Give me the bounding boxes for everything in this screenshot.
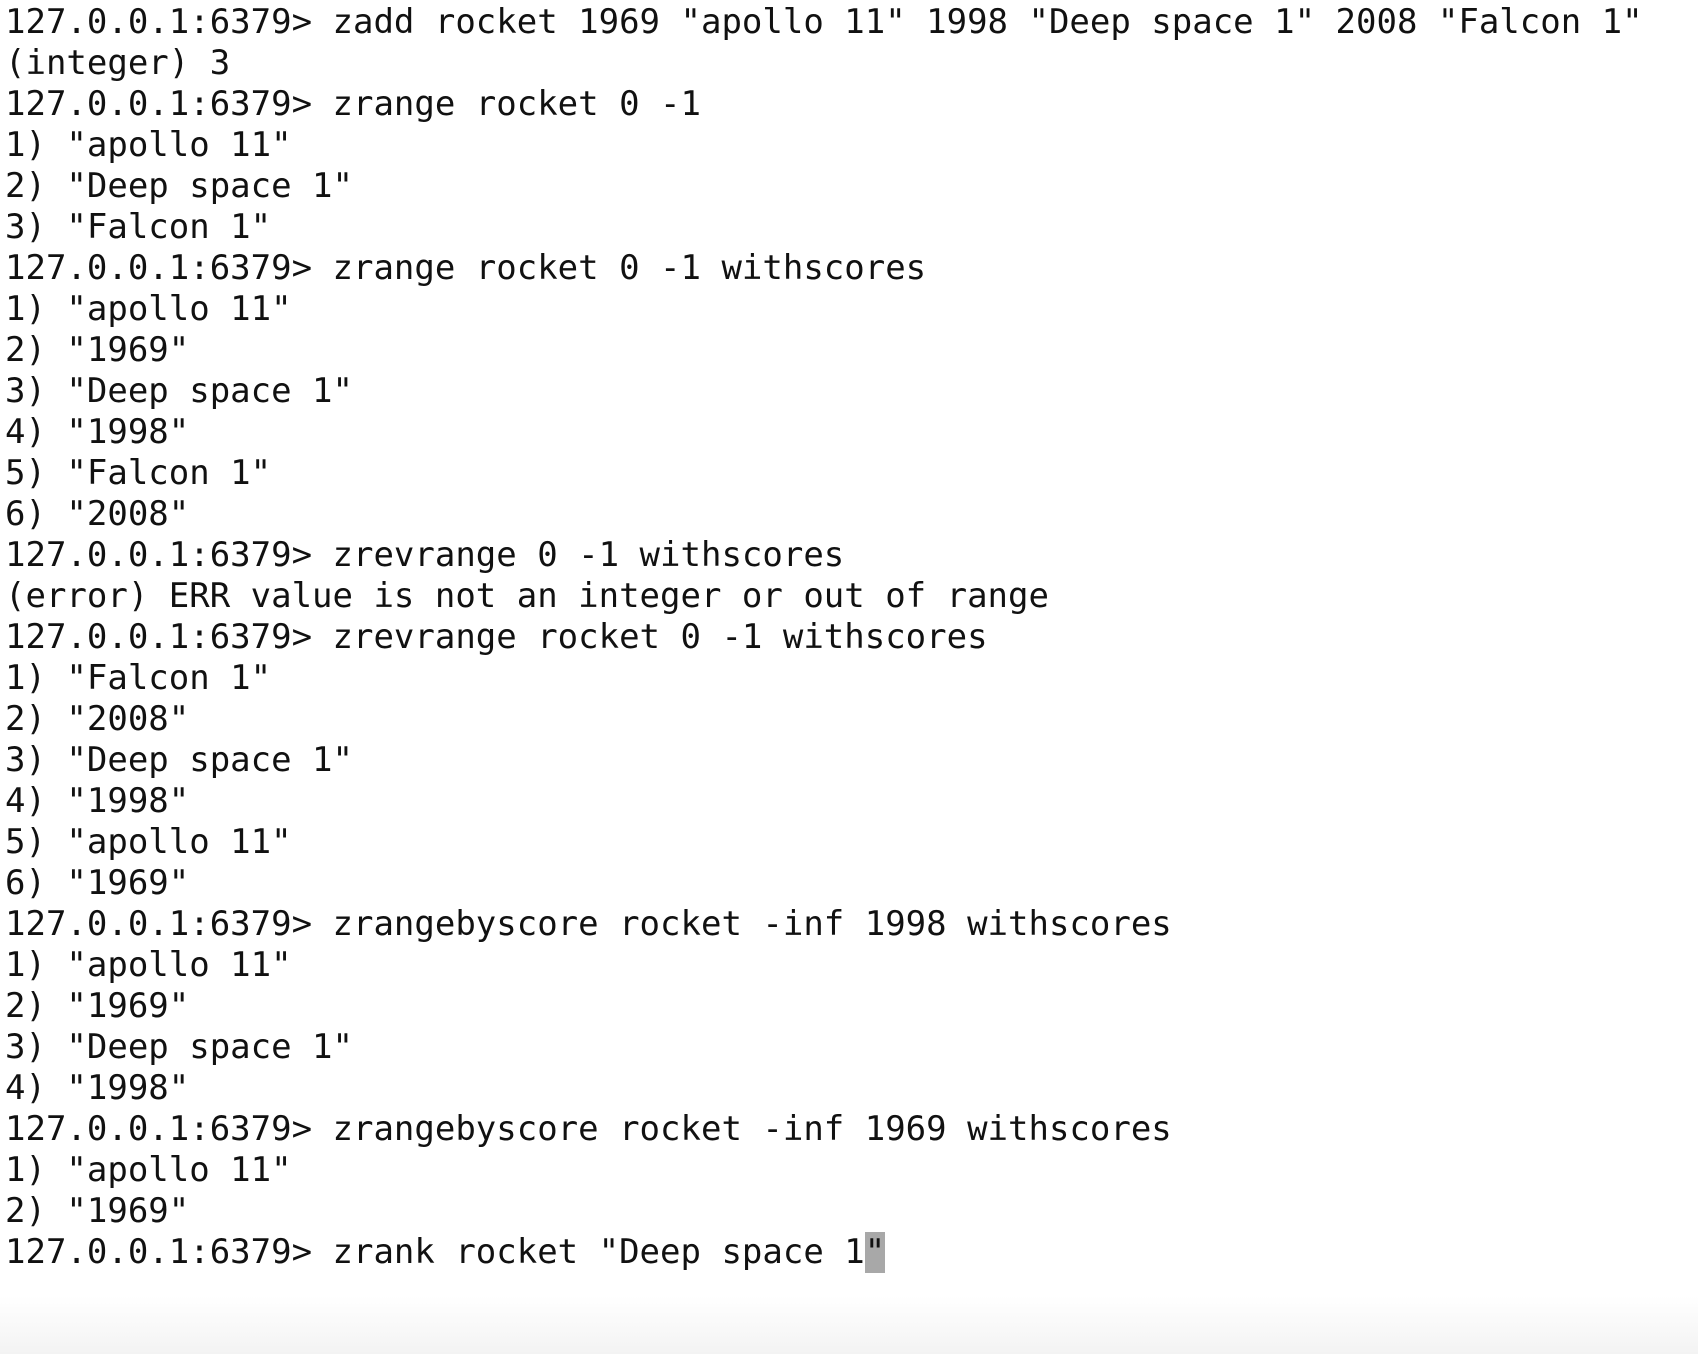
command-line: 127.0.0.1:6379> zrangebyscore rocket -in… — [5, 904, 1643, 945]
output-line: 6) "2008" — [5, 494, 1643, 535]
command-text: zrevrange rocket 0 -1 withscores — [332, 617, 988, 657]
command-text: zrangebyscore rocket -inf 1969 withscore… — [332, 1109, 1172, 1149]
output-line: 5) "apollo 11" — [5, 822, 1643, 863]
command-text: zrange rocket 0 -1 — [332, 84, 701, 124]
command-line: 127.0.0.1:6379> zadd rocket 1969 "apollo… — [5, 2, 1643, 43]
output-line: 3) "Falcon 1" — [5, 207, 1643, 248]
command-line: 127.0.0.1:6379> zrange rocket 0 -1 withs… — [5, 248, 1643, 289]
command-text: zadd rocket 1969 "apollo 11" 1998 "Deep … — [332, 2, 1643, 42]
output-line: 3) "Deep space 1" — [5, 371, 1643, 412]
window-bottom-edge — [0, 1296, 1698, 1354]
output-line: 3) "Deep space 1" — [5, 1027, 1643, 1068]
output-text: 2) "1969" — [5, 330, 190, 370]
output-text: 2) "Deep space 1" — [5, 166, 353, 206]
output-line: 2) "1969" — [5, 1191, 1643, 1232]
output-text: 2) "2008" — [5, 699, 190, 739]
output-line: 6) "1969" — [5, 863, 1643, 904]
output-text: 2) "1969" — [5, 986, 190, 1026]
output-line: 2) "1969" — [5, 330, 1643, 371]
command-text: zrangebyscore rocket -inf 1998 withscore… — [332, 904, 1172, 944]
prompt: 127.0.0.1:6379> — [5, 84, 333, 124]
output-text: 1) "apollo 11" — [5, 125, 292, 165]
output-text: 4) "1998" — [5, 1068, 190, 1108]
output-line: (error) ERR value is not an integer or o… — [5, 576, 1643, 617]
prompt: 127.0.0.1:6379> — [5, 248, 333, 288]
output-text: (integer) 3 — [5, 43, 231, 83]
prompt: 127.0.0.1:6379> — [5, 617, 333, 657]
command-text: zrange rocket 0 -1 withscores — [332, 248, 927, 288]
output-line: 4) "1998" — [5, 1068, 1643, 1109]
output-line: 1) "apollo 11" — [5, 1150, 1643, 1191]
output-text: 5) "Falcon 1" — [5, 453, 272, 493]
text-cursor: " — [864, 1232, 886, 1273]
output-text: 3) "Deep space 1" — [5, 1027, 353, 1067]
output-line: 4) "1998" — [5, 781, 1643, 822]
output-text: 4) "1998" — [5, 412, 190, 452]
output-line: 1) "apollo 11" — [5, 945, 1643, 986]
prompt: 127.0.0.1:6379> — [5, 535, 333, 575]
output-text: 4) "1998" — [5, 781, 190, 821]
output-line: 4) "1998" — [5, 412, 1643, 453]
output-text: 1) "apollo 11" — [5, 289, 292, 329]
prompt: 127.0.0.1:6379> — [5, 904, 333, 944]
output-text: 3) "Falcon 1" — [5, 207, 272, 247]
command-text: zrevrange 0 -1 withscores — [332, 535, 845, 575]
prompt: 127.0.0.1:6379> — [5, 1232, 333, 1272]
output-text: 1) "Falcon 1" — [5, 658, 272, 698]
output-text: 1) "apollo 11" — [5, 1150, 292, 1190]
prompt: 127.0.0.1:6379> — [5, 2, 333, 42]
output-text: 1) "apollo 11" — [5, 945, 292, 985]
command-line: 127.0.0.1:6379> zrangebyscore rocket -in… — [5, 1109, 1643, 1150]
output-line: 1) "apollo 11" — [5, 289, 1643, 330]
output-line: 2) "Deep space 1" — [5, 166, 1643, 207]
output-line: 5) "Falcon 1" — [5, 453, 1643, 494]
command-line: 127.0.0.1:6379> zrevrange rocket 0 -1 wi… — [5, 617, 1643, 658]
output-text: 3) "Deep space 1" — [5, 371, 353, 411]
output-line: (integer) 3 — [5, 43, 1643, 84]
output-text: 3) "Deep space 1" — [5, 740, 353, 780]
output-text: 6) "2008" — [5, 494, 190, 534]
current-input-line[interactable]: 127.0.0.1:6379> zrank rocket "Deep space… — [5, 1232, 1643, 1273]
output-line: 1) "Falcon 1" — [5, 658, 1643, 699]
output-line: 2) "1969" — [5, 986, 1643, 1027]
output-text: 6) "1969" — [5, 863, 190, 903]
command-input[interactable]: zrank rocket "Deep space 1 — [333, 1232, 865, 1272]
output-text: 5) "apollo 11" — [5, 822, 292, 862]
command-line: 127.0.0.1:6379> zrevrange 0 -1 withscore… — [5, 535, 1643, 576]
prompt: 127.0.0.1:6379> — [5, 1109, 333, 1149]
output-line: 2) "2008" — [5, 699, 1643, 740]
terminal-window[interactable]: 127.0.0.1:6379> zadd rocket 1969 "apollo… — [0, 0, 1698, 1354]
command-line: 127.0.0.1:6379> zrange rocket 0 -1 — [5, 84, 1643, 125]
output-line: 3) "Deep space 1" — [5, 740, 1643, 781]
output-text: (error) ERR value is not an integer or o… — [5, 576, 1049, 616]
output-line: 1) "apollo 11" — [5, 125, 1643, 166]
terminal-output[interactable]: 127.0.0.1:6379> zadd rocket 1969 "apollo… — [5, 2, 1643, 1273]
output-text: 2) "1969" — [5, 1191, 190, 1231]
